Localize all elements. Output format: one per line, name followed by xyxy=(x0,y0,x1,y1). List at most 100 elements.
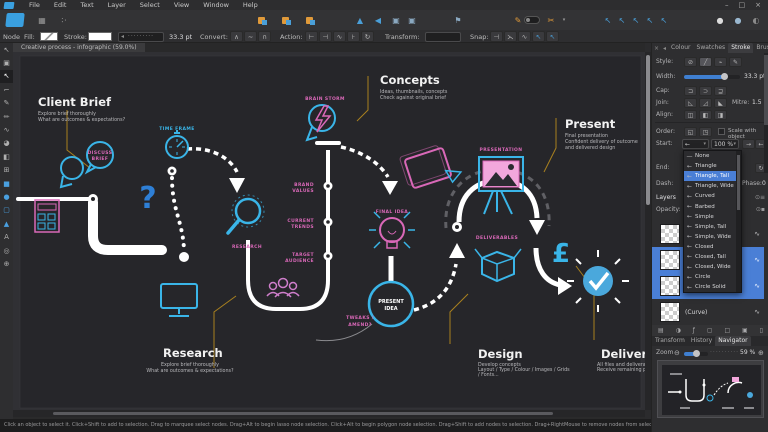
vector-crop-tool[interactable] xyxy=(0,164,13,177)
width-slider[interactable] xyxy=(684,75,740,79)
artboard-tool[interactable] xyxy=(0,56,13,69)
app-logo-icon[interactable] xyxy=(4,2,15,9)
move-tool[interactable] xyxy=(0,43,13,56)
menu-item[interactable]: Help xyxy=(236,0,265,10)
duplicate-icon[interactable] xyxy=(254,13,270,27)
persona-icon[interactable] xyxy=(5,13,24,27)
zoom-out-icon[interactable]: ⊖ xyxy=(674,349,680,357)
close-button[interactable]: × xyxy=(750,0,766,10)
vector-brush-tool[interactable] xyxy=(0,123,13,136)
panel-tab[interactable]: Stroke xyxy=(728,43,753,53)
pencil-tool[interactable] xyxy=(0,110,13,123)
menu-item[interactable]: Window xyxy=(196,0,236,10)
pixel-view-icon[interactable] xyxy=(730,13,746,27)
ellipse-tool[interactable] xyxy=(0,190,13,203)
snap-curve-icon[interactable]: ⋋ xyxy=(504,31,517,42)
delete-icon[interactable]: ▯ xyxy=(760,327,763,334)
preview-mode-icon[interactable] xyxy=(712,13,728,27)
artistic-text-tool[interactable] xyxy=(0,230,13,243)
copy-back-icon[interactable] xyxy=(302,13,318,27)
layer-thumbnail[interactable] xyxy=(660,276,680,296)
popup-scrollbar[interactable] xyxy=(736,151,741,292)
snap-cursor-icon[interactable]: ↖ xyxy=(532,31,545,42)
action-break-icon[interactable]: ⊢ xyxy=(305,31,318,42)
fill-tool[interactable] xyxy=(0,137,13,150)
panel-scrollbar[interactable] xyxy=(764,53,768,173)
arrowhead-option[interactable]: ← Circle xyxy=(684,272,741,282)
flip-vertical-icon[interactable] xyxy=(352,13,368,27)
cap-square-icon[interactable]: ⊒ xyxy=(714,86,727,96)
canvas-viewport[interactable]: Client Brief Explore brief thoroughly Wh… xyxy=(13,52,645,410)
layer-thumbnail[interactable] xyxy=(660,250,680,270)
style-dash-icon[interactable]: ⌁ xyxy=(714,57,727,67)
panel-collapse-icon[interactable]: ◂ xyxy=(661,45,668,52)
colour-picker-tool[interactable] xyxy=(0,244,13,257)
mask-icon[interactable]: ▢ xyxy=(707,327,713,334)
menu-icon[interactable]: ≡ xyxy=(760,194,765,201)
menu-item[interactable]: View xyxy=(167,0,196,10)
zoom-tool[interactable] xyxy=(0,257,13,270)
style-solid-icon[interactable]: ╱ xyxy=(699,57,712,67)
menu-item[interactable]: Text xyxy=(73,0,100,10)
scale-with-object-checkbox[interactable] xyxy=(718,128,725,135)
grid-icon[interactable] xyxy=(34,13,50,27)
arrowhead-option[interactable]: ← Simple, Wide xyxy=(684,232,741,242)
panel-tab[interactable]: Brushes xyxy=(753,43,768,53)
join-mitre-icon[interactable]: ◺ xyxy=(684,98,697,108)
snap-cursor2-icon[interactable]: ↖ xyxy=(546,31,559,42)
menu-item[interactable]: File xyxy=(22,0,47,10)
action-smooth-icon[interactable]: ∿ xyxy=(333,31,346,42)
arrowhead-option[interactable]: ← Closed, Wide xyxy=(684,262,741,272)
transform-input[interactable] xyxy=(425,32,461,42)
cap-round-icon[interactable]: ⊃ xyxy=(699,86,712,96)
arrowhead-option[interactable]: ← Simple xyxy=(684,212,741,222)
style-brush-icon[interactable]: ✎ xyxy=(729,57,742,67)
layer-thumbnail[interactable] xyxy=(660,224,680,244)
clip-options-caret-icon[interactable] xyxy=(556,13,572,27)
arrowhead-option[interactable]: ← Closed, Tall xyxy=(684,252,741,262)
arrowhead-option[interactable]: ← Curved xyxy=(684,191,741,201)
snap-handles-icon[interactable]: ⊣ xyxy=(490,31,503,42)
mitre-value[interactable]: 1.5 xyxy=(752,99,762,106)
transparency-tool[interactable] xyxy=(0,150,13,163)
start-scale-dropdown[interactable]: 100 %▾ xyxy=(711,139,739,149)
menu-item[interactable]: Layer xyxy=(101,0,133,10)
group-icon[interactable]: ▣ xyxy=(742,327,748,334)
navigator-preview[interactable] xyxy=(657,360,764,418)
effects-icon[interactable]: ƒ xyxy=(693,327,695,334)
colour-tag-icon[interactable]: ▤ xyxy=(658,327,664,334)
align-centre-icon[interactable]: ◫ xyxy=(684,110,697,120)
panel-tab[interactable]: Swatches xyxy=(694,43,729,53)
arrowhead-option[interactable]: ← Barbed xyxy=(684,201,741,211)
bottom-tab[interactable]: Transform xyxy=(652,336,688,346)
split-view-icon[interactable] xyxy=(748,13,764,27)
bottom-tab[interactable]: History xyxy=(688,336,715,346)
pen-tool[interactable] xyxy=(0,97,13,110)
order-front-icon[interactable]: ◱ xyxy=(684,127,697,137)
corner-tool[interactable] xyxy=(0,83,13,96)
join-bevel-icon[interactable]: ◣ xyxy=(714,98,727,108)
zoom-in-icon[interactable]: ⊕ xyxy=(758,349,764,357)
arrowhead-option[interactable]: — None xyxy=(684,151,741,161)
stroke-width-value[interactable]: 33.3 pt xyxy=(169,30,192,43)
document-tab[interactable]: Creative process - infographic (59.0%) xyxy=(13,43,145,52)
phase-value[interactable]: 0 xyxy=(762,180,766,187)
swap-start-icon[interactable]: → xyxy=(742,139,755,149)
stroke-swatch[interactable] xyxy=(88,32,112,41)
fill-swatch[interactable] xyxy=(40,32,58,41)
restore-button[interactable]: □ xyxy=(734,0,751,10)
blend-mode-icon[interactable]: ◑ xyxy=(676,327,681,334)
bottom-tab[interactable]: Navigator xyxy=(715,336,750,346)
menu-item[interactable]: Edit xyxy=(47,0,74,10)
layer-row[interactable]: (Curve) ∿ xyxy=(652,299,764,325)
rectangle-tool[interactable] xyxy=(0,177,13,190)
infographic-canvas[interactable]: Client Brief Explore brief thoroughly Wh… xyxy=(13,52,645,410)
convert-sharp-icon[interactable]: ∧ xyxy=(230,31,243,42)
flip-horizontal-icon[interactable] xyxy=(370,13,386,27)
start-arrowhead-dropdown[interactable]: ←▾ xyxy=(682,139,709,149)
action-close-icon[interactable]: ⊣ xyxy=(319,31,332,42)
arrowhead-option[interactable]: ← Triangle xyxy=(684,161,741,171)
arrowhead-option[interactable]: ← Closed xyxy=(684,242,741,252)
layer-thumbnail[interactable] xyxy=(660,302,680,322)
zoom-slider[interactable] xyxy=(684,352,708,356)
